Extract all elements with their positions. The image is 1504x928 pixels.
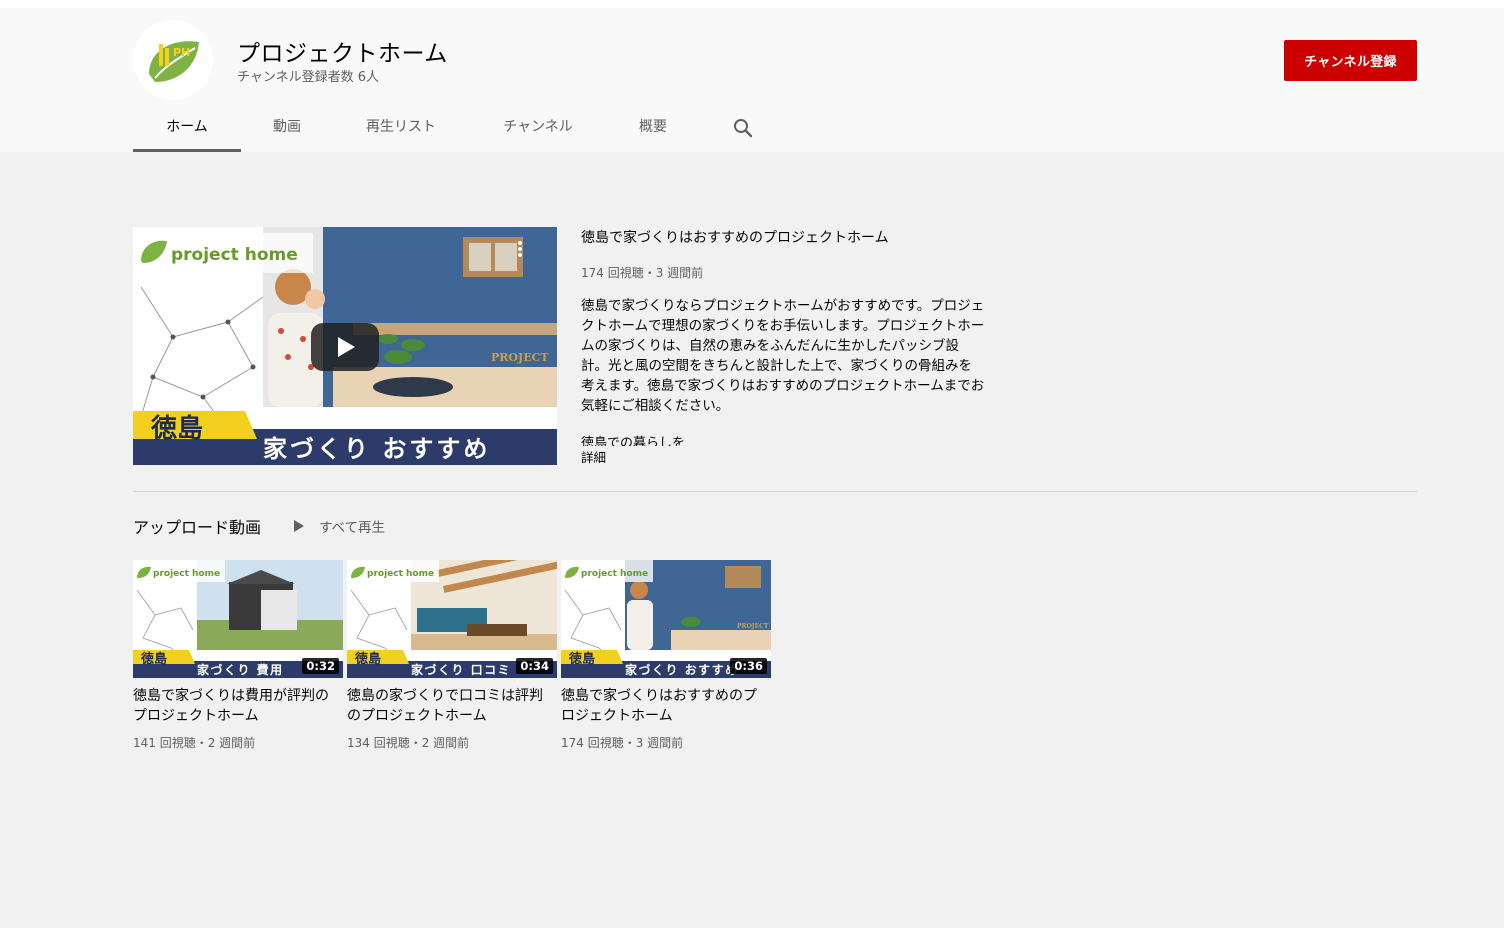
- video-duration: 0:34: [516, 658, 553, 674]
- thumb-logo-text: project home: [367, 569, 434, 579]
- section-divider: [133, 491, 1417, 492]
- video-title[interactable]: 徳島で家づくりは費用が評判のプロジェクトホーム: [133, 686, 333, 726]
- thumb-logo-text: project home: [581, 569, 648, 579]
- video-duration: 0:36: [730, 658, 767, 674]
- featured-video-description: 徳島で家づくりならプロジェクトホームがおすすめです。プロジェクトホームで理想の家…: [581, 298, 985, 414]
- thumb-logo-text: project home: [153, 569, 220, 579]
- featured-video-title[interactable]: 徳島で家づくりはおすすめのプロジェクトホーム: [581, 227, 889, 247]
- video-thumbnail[interactable]: PROJECT project home 徳島 家づくり おすすめ 0:36: [561, 560, 771, 678]
- tab-about[interactable]: 概要: [635, 108, 671, 152]
- leaf-logo-icon: PH: [133, 20, 213, 100]
- video-card[interactable]: project home 徳島 家づくり 口コミ 0:34 徳島の家づくりで口コ…: [347, 560, 557, 751]
- thumb-caption-text: 家づくり おすすめ: [625, 662, 739, 677]
- thumb-place-text: 徳島: [140, 651, 167, 667]
- featured-video-description-more: 徳島での暮らしを: [581, 436, 686, 446]
- top-strip: [0, 0, 1504, 8]
- play-all-button[interactable]: すべて再生: [292, 517, 386, 536]
- subscribe-button[interactable]: チャンネル登録: [1284, 40, 1417, 81]
- video-meta: 134 回視聴・2 週間前: [347, 736, 470, 750]
- more-vert-icon[interactable]: [518, 241, 522, 257]
- video-card[interactable]: project home 徳島 家づくり 費用 0:32 徳島で家づくりは費用が…: [133, 560, 343, 751]
- thumb-logo-text: project home: [171, 245, 298, 265]
- video-meta: 141 回視聴・2 週間前: [133, 736, 256, 750]
- video-card[interactable]: PROJECT project home 徳島 家づくり おすすめ 0:36 徳…: [561, 560, 771, 751]
- channel-header: PH プロジェクトホーム チャンネル登録者数 6人 チャンネル登録 ホーム 動画…: [0, 8, 1504, 152]
- avatar-text: PH: [173, 46, 190, 59]
- search-icon[interactable]: [731, 116, 755, 140]
- thumb-place-overlay: 徳島: [150, 413, 203, 444]
- tab-playlists[interactable]: 再生リスト: [363, 108, 439, 152]
- tab-home[interactable]: ホーム: [133, 108, 241, 152]
- thumb-place-text: 徳島: [354, 651, 381, 667]
- tab-videos[interactable]: 動画: [265, 108, 309, 152]
- thumb-caption-text: 家づくり 口コミ: [411, 662, 511, 677]
- thumb-sign-text: PROJECT: [737, 623, 769, 630]
- channel-name: プロジェクトホーム: [237, 41, 448, 67]
- tab-channels[interactable]: チャンネル: [499, 108, 577, 152]
- thumb-caption-text: 家づくり 費用: [197, 662, 284, 677]
- read-more-link[interactable]: 詳細: [581, 447, 606, 466]
- play-icon: [294, 520, 304, 532]
- play-icon[interactable]: [311, 323, 379, 371]
- video-meta: 174 回視聴・3 週間前: [561, 736, 684, 750]
- featured-thumbnail-image: PROJECT project home 徳島 徳島 家づくり おすすめ: [133, 227, 557, 465]
- video-thumbnail[interactable]: project home 徳島 家づくり 口コミ 0:34: [347, 560, 557, 678]
- thumb-place-text: 徳島: [568, 651, 595, 667]
- video-title[interactable]: 徳島の家づくりで口コミは評判のプロジェクトホーム: [347, 686, 547, 726]
- featured-video-meta: 174 回視聴・3 週間前: [581, 266, 704, 280]
- video-title[interactable]: 徳島で家づくりはおすすめのプロジェクトホーム: [561, 686, 761, 726]
- uploads-section-title[interactable]: アップロード動画: [133, 514, 261, 538]
- subscriber-count: チャンネル登録者数 6人: [237, 70, 380, 85]
- video-duration: 0:32: [302, 658, 339, 674]
- featured-video-thumbnail[interactable]: PROJECT project home 徳島 徳島 家づくり おすすめ: [133, 227, 557, 465]
- thumb-sign-text: PROJECT: [491, 351, 549, 364]
- play-all-label: すべて再生: [319, 520, 386, 536]
- thumb-caption-text: 家づくり おすすめ: [263, 435, 490, 463]
- video-thumbnail[interactable]: project home 徳島 家づくり 費用 0:32: [133, 560, 343, 678]
- channel-avatar[interactable]: PH: [133, 20, 213, 100]
